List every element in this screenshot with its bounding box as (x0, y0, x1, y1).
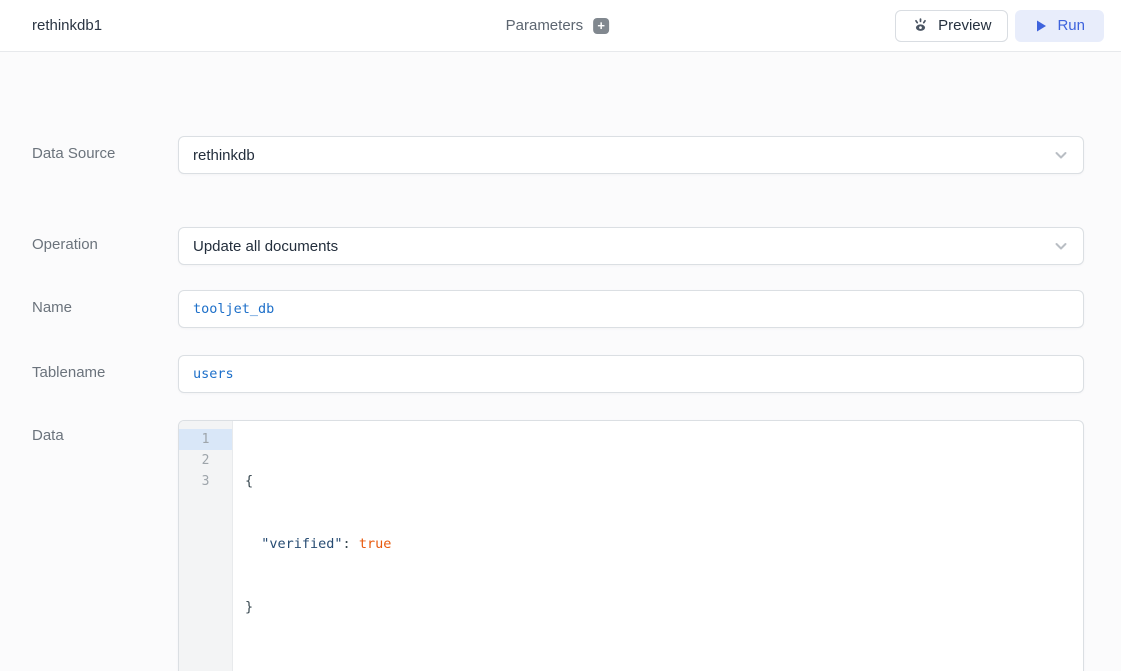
add-parameter-button[interactable]: + (593, 18, 609, 34)
query-name[interactable]: rethinkdb1 (32, 17, 102, 34)
run-button[interactable]: Run (1015, 10, 1104, 42)
parameters-label: Parameters (506, 17, 584, 34)
data-source-select[interactable]: rethinkdb (178, 136, 1084, 174)
operation-value: Update all documents (193, 238, 338, 255)
name-input-value: tooljet_db (193, 301, 274, 317)
line-number: 3 (179, 471, 232, 492)
topbar-actions: Preview Run (895, 10, 1104, 42)
query-editor-topbar: rethinkdb1 Parameters + Preview (0, 0, 1121, 52)
play-icon (1034, 19, 1048, 33)
preview-button-label: Preview (938, 17, 991, 34)
operation-label: Operation (32, 227, 178, 253)
tablename-input-value: users (193, 366, 234, 382)
code-line: } (245, 597, 1071, 618)
editor-gutter: 1 2 3 (179, 421, 233, 671)
json-key: "verified" (261, 536, 342, 552)
tablename-label: Tablename (32, 355, 178, 381)
operation-row: Operation Update all documents (0, 227, 1121, 265)
parameters-section: Parameters + (506, 17, 610, 34)
code-line: "verified": true (245, 534, 1071, 555)
editor-code-area[interactable]: { "verified": true } (233, 421, 1083, 671)
run-button-label: Run (1057, 17, 1085, 34)
name-input[interactable]: tooljet_db (178, 290, 1084, 328)
data-source-label: Data Source (32, 136, 178, 162)
line-number: 1 (179, 429, 232, 450)
query-editor-body: Data Source rethinkdb Operation Update a… (0, 52, 1121, 671)
data-label: Data (32, 420, 178, 444)
operation-select[interactable]: Update all documents (178, 227, 1084, 265)
chevron-down-icon (1053, 238, 1069, 254)
data-source-row: Data Source rethinkdb (0, 136, 1121, 174)
name-row: Name tooljet_db (0, 290, 1121, 328)
line-number: 2 (179, 450, 232, 471)
eye-icon (912, 17, 929, 34)
tablename-input[interactable]: users (178, 355, 1084, 393)
preview-button[interactable]: Preview (895, 10, 1008, 42)
json-value: true (359, 536, 392, 552)
data-row: Data 1 2 3 { "verified": true } (0, 420, 1121, 671)
plus-icon: + (597, 18, 605, 33)
chevron-down-icon (1053, 147, 1069, 163)
name-label: Name (32, 290, 178, 316)
data-source-value: rethinkdb (193, 147, 255, 164)
data-code-editor[interactable]: 1 2 3 { "verified": true } (178, 420, 1084, 671)
code-line: { (245, 471, 1071, 492)
tablename-row: Tablename users (0, 355, 1121, 393)
